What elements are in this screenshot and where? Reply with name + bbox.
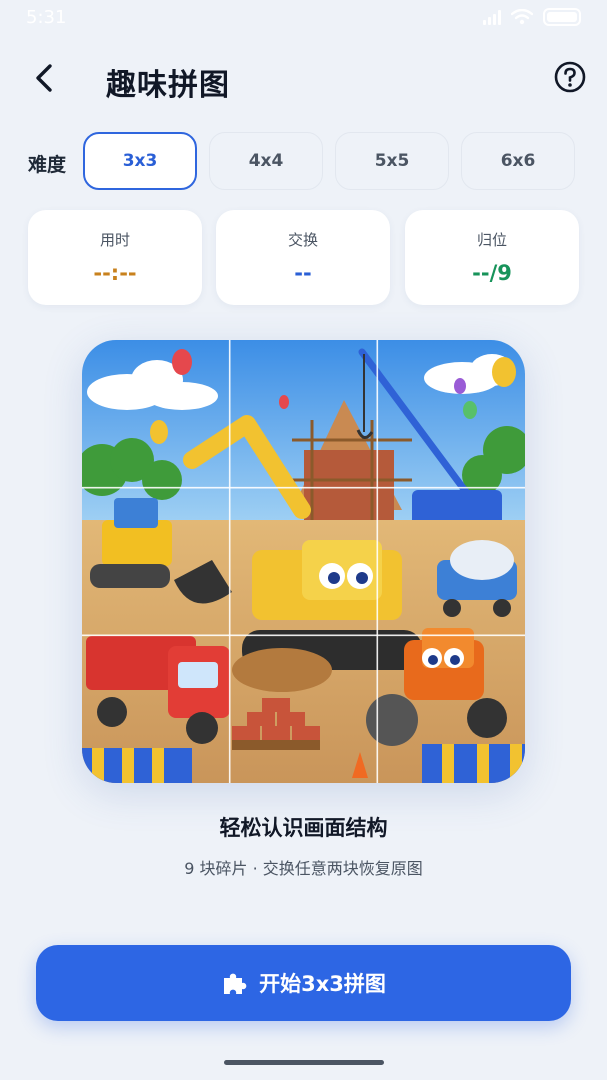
back-button[interactable] bbox=[24, 58, 64, 98]
difficulty-option-6x6[interactable]: 6x6 bbox=[461, 132, 575, 190]
stat-label: 交换 bbox=[287, 231, 318, 249]
puzzle-image bbox=[82, 340, 525, 783]
header: 趣味拼图 bbox=[0, 52, 607, 108]
stats-row: 用时 --:-- 交换 -- 归位 --/9 bbox=[0, 210, 607, 306]
chevron-left-icon bbox=[36, 64, 52, 92]
stat-card-time: 用时 --:-- bbox=[28, 210, 202, 305]
puzzle-subcaption: 9 块碎片 · 交换任意两块恢复原图 bbox=[184, 859, 423, 878]
stat-value-swaps: -- bbox=[294, 261, 312, 285]
stat-label: 归位 bbox=[476, 231, 507, 249]
stat-label: 用时 bbox=[99, 231, 130, 249]
status-time: 5:31 bbox=[26, 6, 67, 28]
home-indicator[interactable] bbox=[224, 1060, 384, 1065]
signal-icon bbox=[483, 9, 501, 25]
start-button-label: 开始3x3拼图 bbox=[259, 972, 386, 996]
puzzle-caption: 轻松认识画面结构 bbox=[219, 816, 388, 840]
difficulty-selector: 难度 3x3 4x4 5x5 6x6 bbox=[0, 132, 607, 192]
status-bar: 5:31 bbox=[0, 0, 607, 34]
stat-value-placed: --/9 bbox=[472, 261, 512, 285]
difficulty-label: 难度 bbox=[28, 154, 67, 176]
stat-value-time: --:-- bbox=[93, 261, 137, 285]
puzzle-board[interactable] bbox=[82, 340, 525, 783]
start-puzzle-button[interactable]: 开始3x3拼图 bbox=[36, 945, 571, 1021]
wifi-icon bbox=[511, 9, 533, 25]
difficulty-option-4x4[interactable]: 4x4 bbox=[209, 132, 323, 190]
page-title: 趣味拼图 bbox=[106, 68, 230, 103]
status-icons bbox=[483, 8, 581, 26]
stat-card-placed: 归位 --/9 bbox=[405, 210, 579, 305]
puzzle-piece-icon bbox=[224, 973, 247, 994]
difficulty-option-3x3[interactable]: 3x3 bbox=[83, 132, 197, 190]
help-button[interactable] bbox=[553, 60, 587, 94]
battery-icon bbox=[543, 8, 581, 26]
stat-card-swaps: 交换 -- bbox=[216, 210, 390, 305]
difficulty-option-5x5[interactable]: 5x5 bbox=[335, 132, 449, 190]
question-circle-icon bbox=[554, 61, 586, 93]
